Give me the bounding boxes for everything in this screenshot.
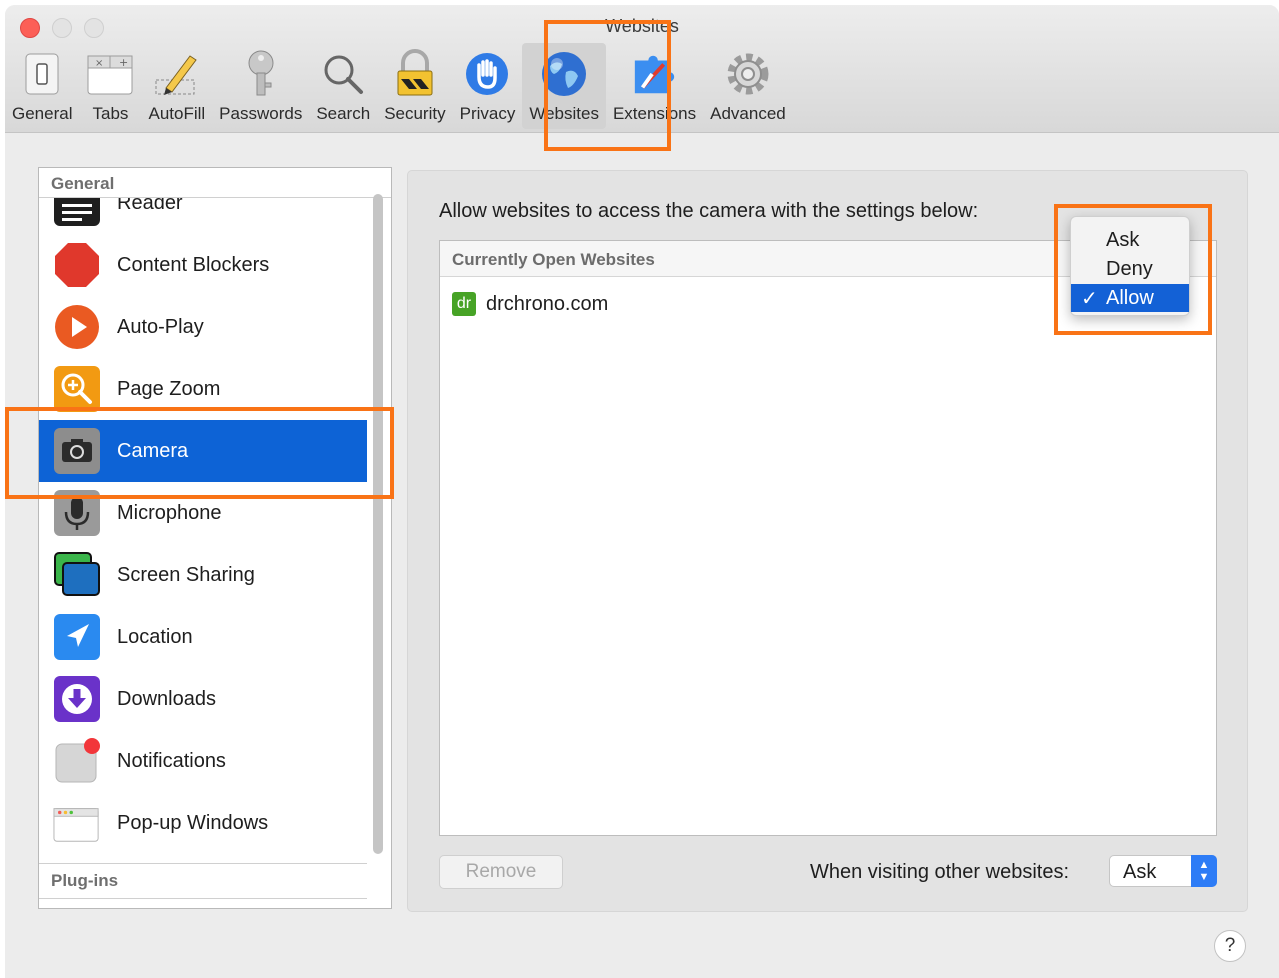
tab-tabs-label: Tabs — [92, 104, 129, 123]
switch-icon — [18, 50, 66, 98]
svg-text:×: × — [95, 58, 103, 69]
sidebar-item-label: Page Zoom — [117, 377, 221, 400]
tab-autofill[interactable]: AutoFill — [141, 43, 212, 129]
hand-icon — [463, 50, 511, 98]
sidebar-item-label: Screen Sharing — [117, 563, 255, 586]
sidebar-item-content-blockers[interactable]: Content Blockers — [39, 234, 367, 296]
help-button[interactable]: ? — [1214, 930, 1246, 962]
highlight-box-websites — [544, 20, 671, 151]
panel-description: Allow websites to access the camera with… — [439, 200, 979, 222]
tab-general[interactable]: General — [5, 43, 79, 129]
sidebar-item-notifications[interactable]: Notifications — [39, 730, 367, 792]
sidebar: General Reader Content Blockers Auto-Pla… — [38, 167, 392, 909]
magnifier-icon — [319, 50, 367, 98]
lock-icon — [391, 49, 439, 98]
tab-security[interactable]: Security — [377, 43, 452, 129]
chevron-up-down-icon: ▲ ▼ — [1191, 855, 1217, 887]
other-websites-select[interactable]: Ask ▲ ▼ — [1109, 855, 1217, 887]
zoom-icon — [53, 365, 101, 413]
location-arrow-icon — [53, 613, 101, 661]
tab-security-label: Security — [384, 104, 446, 123]
site-name: drchrono.com — [486, 292, 609, 315]
sidebar-item-pop-up-windows[interactable]: Pop-up Windows — [39, 792, 367, 854]
tab-search-label: Search — [316, 104, 371, 123]
notification-icon — [53, 737, 101, 785]
tab-advanced-label: Advanced — [710, 104, 786, 123]
sidebar-item-label: Microphone — [117, 501, 222, 524]
tab-general-label: General — [12, 104, 73, 123]
highlight-box-camera — [5, 407, 394, 499]
download-icon — [53, 675, 101, 723]
site-favicon-icon: dr — [452, 292, 476, 316]
sidebar-item-downloads[interactable]: Downloads — [39, 668, 367, 730]
sidebar-section-plug-ins[interactable]: Plug-ins — [39, 863, 367, 899]
remove-button[interactable]: Remove — [439, 855, 563, 889]
sidebar-item-screen-sharing[interactable]: Screen Sharing — [39, 544, 367, 606]
svg-text:+: + — [119, 56, 128, 69]
sidebar-item-label: Notifications — [117, 749, 226, 772]
tab-passwords[interactable]: Passwords — [212, 43, 309, 129]
sidebar-item-reader[interactable]: Reader — [39, 198, 367, 234]
sidebar-item-label: Auto-Play — [117, 315, 204, 338]
popup-window-icon — [53, 799, 101, 847]
play-icon — [53, 303, 101, 351]
stop-icon — [53, 241, 101, 289]
sidebar-item-label: Pop-up Windows — [117, 811, 269, 834]
sidebar-list[interactable]: Reader Content Blockers Auto-Play Page Z… — [39, 198, 367, 862]
sidebar-item-label: Location — [117, 625, 193, 648]
sidebar-item-label: Downloads — [117, 687, 216, 710]
sidebar-scrollbar[interactable] — [373, 194, 383, 854]
other-websites-value: Ask — [1123, 861, 1157, 883]
screen-sharing-icon — [53, 551, 101, 599]
tab-privacy-label: Privacy — [459, 104, 516, 123]
sidebar-item-label: Reader — [117, 198, 183, 214]
preferences-toolbar: General × + Tabs AutoFill Passwords Sear… — [5, 43, 793, 131]
sidebar-item-auto-play[interactable]: Auto-Play — [39, 296, 367, 358]
reader-icon — [53, 198, 101, 227]
tabs-icon: × + — [86, 50, 134, 98]
gear-icon — [724, 50, 772, 98]
highlight-box-dropdown — [1054, 204, 1212, 335]
tab-tabs[interactable]: × + Tabs — [79, 43, 141, 129]
other-websites-label: When visiting other websites: — [810, 861, 1070, 883]
tab-advanced[interactable]: Advanced — [703, 43, 793, 129]
tab-autofill-label: AutoFill — [148, 104, 206, 123]
tab-privacy[interactable]: Privacy — [453, 43, 523, 129]
sidebar-item-label: Content Blockers — [117, 253, 270, 276]
tab-search[interactable]: Search — [309, 43, 377, 129]
key-icon — [237, 50, 285, 98]
tab-passwords-label: Passwords — [219, 104, 303, 123]
pencil-icon — [153, 50, 201, 98]
sidebar-section-general: General — [39, 168, 391, 198]
sidebar-item-location[interactable]: Location — [39, 606, 367, 668]
